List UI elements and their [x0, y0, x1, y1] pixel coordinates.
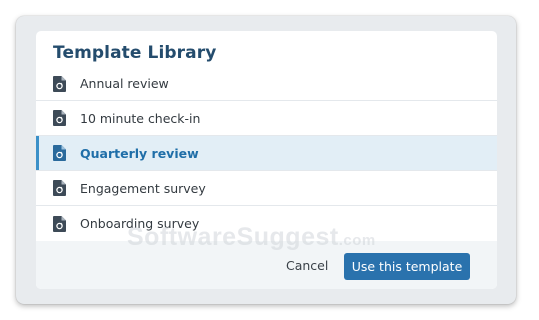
template-item-label: Annual review: [80, 76, 169, 91]
document-refresh-icon: [53, 110, 66, 126]
template-item-label: 10 minute check-in: [80, 110, 201, 126]
document-refresh-icon: [53, 180, 66, 196]
template-library-dialog: Template Library Annual review 10 minute…: [36, 31, 497, 289]
cancel-button[interactable]: Cancel: [286, 258, 328, 273]
document-refresh-icon: [53, 145, 66, 161]
use-template-button[interactable]: Use this template: [344, 253, 470, 280]
template-item-annual-review[interactable]: Annual review: [36, 67, 497, 101]
template-item-label: Engagement survey: [80, 180, 206, 196]
template-item-label: Quarterly review: [80, 145, 199, 161]
template-item-onboarding-survey[interactable]: Onboarding survey: [36, 206, 497, 241]
template-item-10-minute-check-in[interactable]: 10 minute check-in: [36, 101, 497, 136]
document-refresh-icon: [53, 215, 66, 232]
template-item-engagement-survey[interactable]: Engagement survey: [36, 171, 497, 206]
dialog-title: Template Library: [53, 43, 217, 63]
dialog-footer: Cancel Use this template: [36, 241, 497, 289]
document-refresh-icon: [53, 75, 66, 92]
template-item-label: Onboarding survey: [80, 216, 200, 231]
template-list: Annual review 10 minute check-in Quarter…: [36, 67, 497, 241]
template-item-quarterly-review[interactable]: Quarterly review: [36, 136, 497, 171]
